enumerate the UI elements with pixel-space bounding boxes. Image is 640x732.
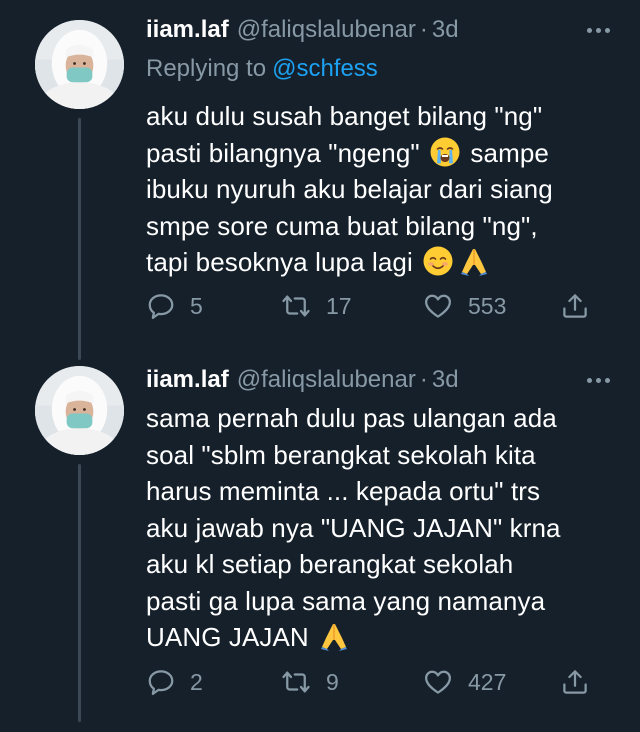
more-icon[interactable]: [587, 362, 610, 398]
tweet[interactable]: iiam.laf @faliqslalubenar · 3d Replying to @…: [0, 0, 640, 360]
thread-line: [78, 118, 81, 360]
avatar[interactable]: [35, 20, 124, 109]
reply-count: 2: [190, 668, 203, 695]
tweet-header: iiam.laf @faliqslalubenar · 3d: [146, 12, 610, 48]
thread-line: [78, 464, 81, 722]
text-line: sama pernah dulu pas ulangan ada: [146, 403, 557, 433]
share-icon: [560, 291, 590, 321]
text-line: aku kl setiap berangkat sekolah: [146, 549, 514, 579]
mention-link[interactable]: @schfess: [272, 55, 378, 82]
retweet-count: 17: [326, 292, 352, 319]
text-line: ibuku nyuruh aku belajar dari siang: [146, 174, 553, 204]
separator-dot: ·: [419, 366, 428, 393]
retweet-count: 9: [326, 668, 339, 695]
like-count: 427: [468, 668, 507, 695]
reply-button[interactable]: 2: [146, 662, 203, 702]
retweet-button[interactable]: 9: [280, 662, 339, 702]
reply-button[interactable]: 5: [146, 286, 203, 326]
replying-to: Replying to @schfess: [146, 52, 378, 86]
avatar[interactable]: [35, 366, 124, 455]
text-line: aku jawab nya "UANG JAJAN" krna: [146, 512, 561, 543]
text-line: smpe sore cuma buat bilang "ng",: [146, 210, 538, 241]
text-line: UANG JAJAN: [146, 619, 608, 656]
retweet-icon: [280, 667, 312, 697]
folded-hands-emoji-icon: [458, 245, 490, 277]
tweet-text: aku dulu susah banget bilang "ng" pasti …: [146, 98, 608, 281]
heart-icon: [422, 667, 454, 697]
crying-face-emoji-icon: [429, 136, 461, 168]
tweet-text: sama pernah dulu pas ulangan ada soal "s…: [146, 400, 608, 656]
reply-icon: [146, 667, 176, 697]
text-line: pasti bilangnya "ngeng" sampe: [146, 136, 549, 168]
timestamp[interactable]: 3d: [432, 366, 459, 393]
text-line: aku dulu susah banget bilang "ng": [146, 101, 543, 131]
separator-dot: ·: [419, 16, 428, 43]
more-icon[interactable]: [587, 12, 610, 48]
text-line: tapi besoknya lupa lagi: [146, 244, 608, 281]
timestamp[interactable]: 3d: [432, 16, 459, 43]
share-button[interactable]: [560, 662, 590, 702]
display-name[interactable]: iiam.laf: [146, 366, 229, 393]
display-name[interactable]: iiam.laf: [146, 16, 229, 43]
replying-to-label: Replying to: [146, 55, 267, 82]
folded-hands-emoji-icon: [318, 620, 350, 652]
handle[interactable]: @faliqslalubenar: [237, 16, 416, 43]
reply-icon: [146, 291, 176, 321]
like-button[interactable]: 427: [422, 662, 506, 702]
tweet-header: iiam.laf @faliqslalubenar · 3d: [146, 362, 610, 398]
action-bar: 5 17 553: [146, 286, 610, 326]
smiling-face-emoji-icon: [422, 245, 454, 277]
retweet-icon: [280, 291, 312, 321]
text-line: harus meminta ... kepada ortu" trs: [146, 476, 541, 506]
like-button[interactable]: 553: [422, 286, 506, 326]
tweet[interactable]: iiam.laf @faliqslalubenar · 3d sama pernah …: [0, 360, 640, 732]
like-count: 553: [468, 292, 507, 319]
share-icon: [560, 667, 590, 697]
reply-count: 5: [190, 292, 203, 319]
retweet-button[interactable]: 17: [280, 286, 352, 326]
text-line: soal "sblm berangkat sekolah kita: [146, 439, 536, 470]
text-line: pasti ga lupa sama yang namanya: [146, 585, 546, 616]
share-button[interactable]: [560, 286, 590, 326]
handle[interactable]: @faliqslalubenar: [237, 366, 416, 393]
heart-icon: [422, 291, 454, 321]
action-bar: 2 9 427: [146, 662, 610, 702]
